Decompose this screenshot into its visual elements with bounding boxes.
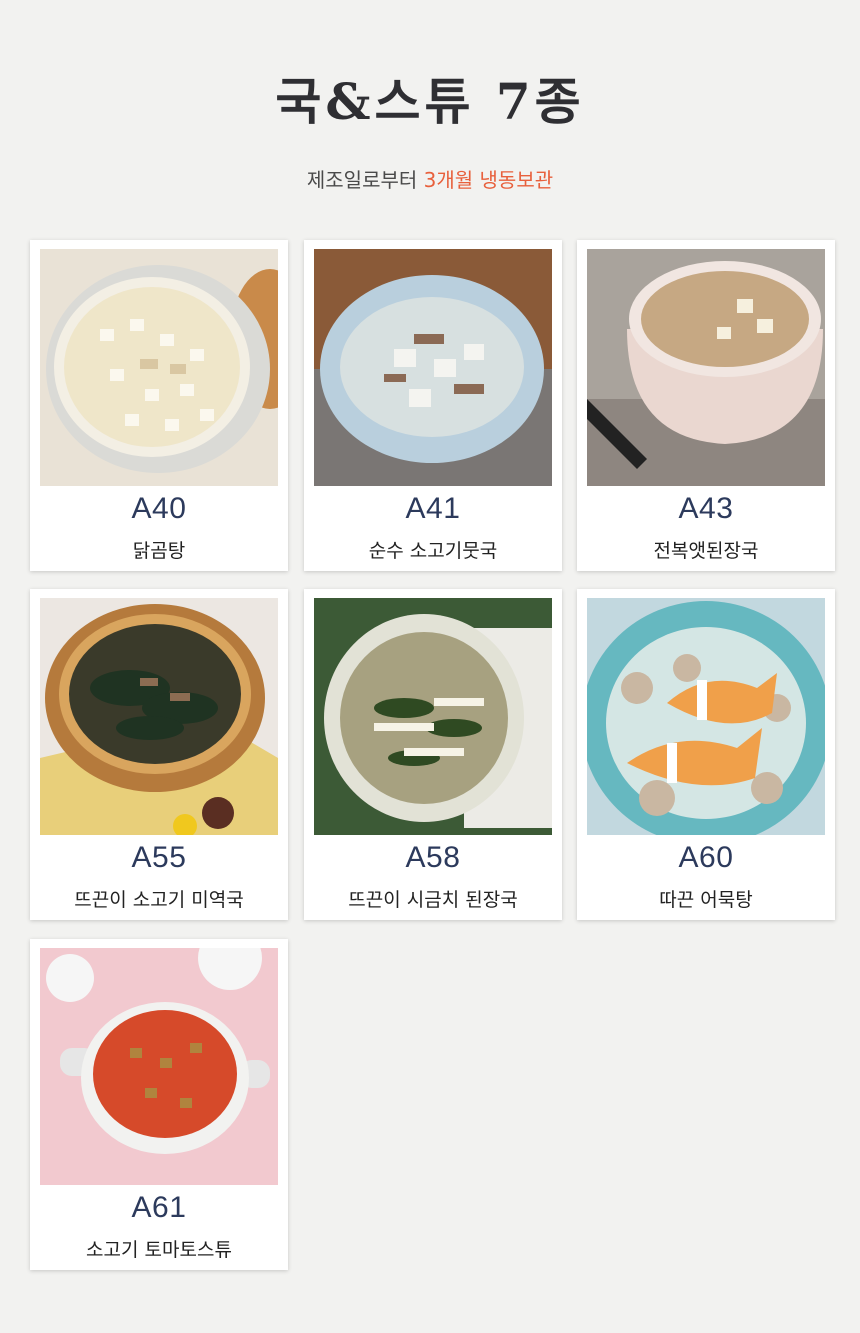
product-name: 뜨끈이 시금치 된장국 bbox=[348, 889, 518, 911]
product-name: 뜨끈이 소고기 미역국 bbox=[74, 889, 244, 911]
product-card-a55[interactable]: A55 뜨끈이 소고기 미역국 bbox=[30, 589, 288, 920]
product-card-a40[interactable]: A40 닭곰탕 bbox=[30, 240, 288, 571]
product-name: 전복앳된장국 bbox=[653, 540, 759, 562]
product-photo-a43 bbox=[587, 249, 825, 486]
product-name: 소고기 토마토스튜 bbox=[86, 1239, 232, 1261]
product-code: A41 bbox=[405, 492, 461, 525]
subtitle-prefix: 제조일로부터 bbox=[306, 168, 424, 192]
product-card-a61[interactable]: A61 소고기 토마토스튜 bbox=[30, 939, 288, 1270]
product-photo-a61 bbox=[40, 948, 278, 1185]
product-code: A58 bbox=[405, 841, 461, 874]
storage-subtitle: 제조일로부터 3개월 냉동보관 bbox=[0, 164, 860, 193]
subtitle-accent: 3개월 냉동보관 bbox=[423, 168, 554, 192]
product-photo-a55 bbox=[40, 598, 278, 835]
page-title: 국&스튜 7종 bbox=[275, 72, 585, 131]
product-card-a41[interactable]: A41 순수 소고기뭇국 bbox=[304, 240, 562, 571]
product-photo-a41 bbox=[314, 249, 552, 486]
product-name: 따끈 어묵탕 bbox=[659, 889, 753, 911]
product-photo-a60 bbox=[587, 598, 825, 835]
product-card-a58[interactable]: A58 뜨끈이 시금치 된장국 bbox=[304, 589, 562, 920]
product-code: A43 bbox=[678, 492, 734, 525]
product-card-a60[interactable]: A60 따끈 어묵탕 bbox=[577, 589, 835, 920]
product-card-a43[interactable]: A43 전복앳된장국 bbox=[577, 240, 835, 571]
product-code: A55 bbox=[131, 841, 187, 874]
product-photo-a58 bbox=[314, 598, 552, 835]
product-name: 순수 소고기뭇국 bbox=[368, 540, 498, 562]
product-code: A61 bbox=[131, 1191, 187, 1224]
product-photo-a40 bbox=[40, 249, 278, 486]
product-code: A40 bbox=[131, 492, 187, 525]
product-code: A60 bbox=[678, 841, 734, 874]
product-name: 닭곰탕 bbox=[132, 540, 186, 562]
